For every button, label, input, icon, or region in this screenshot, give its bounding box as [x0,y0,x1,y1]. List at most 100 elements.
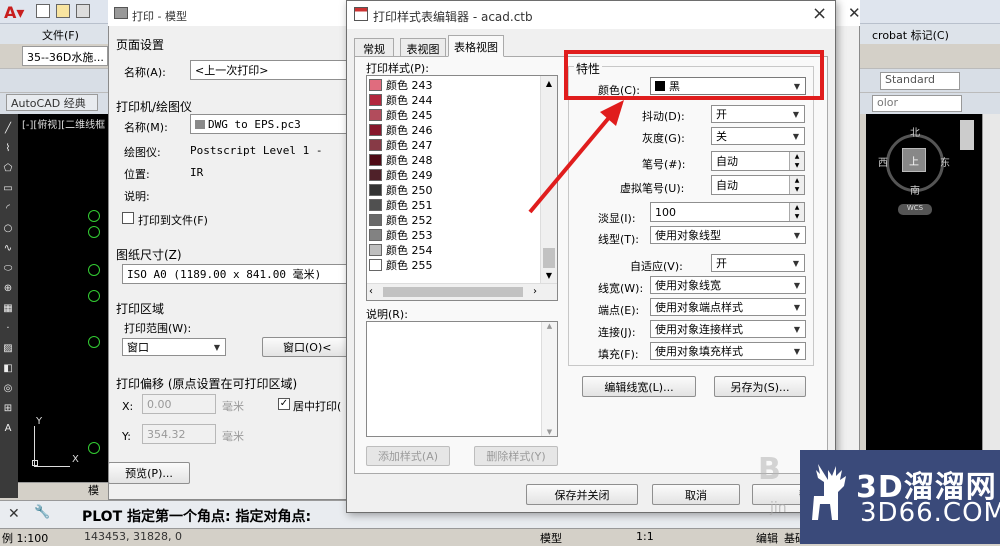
grayscale-combo[interactable]: 关 ▼ [711,127,805,145]
insert-icon[interactable]: ⊕ [0,280,16,296]
doc-tab[interactable]: 35--36D水施... [22,46,108,66]
cmd-close-icon[interactable]: ✕ [8,506,20,522]
style-list-item[interactable]: 颜色 244 [369,93,433,107]
scroll-thumb[interactable] [543,248,555,268]
preview-button[interactable]: 预览(P)... [108,462,190,484]
block-icon[interactable]: ▦ [0,300,16,316]
style-list-item[interactable]: 颜色 253 [369,228,433,242]
circle-icon[interactable]: ○ [0,220,16,236]
print-to-file-checkbox[interactable] [122,212,134,224]
watermark-jing: B [758,452,781,487]
status-annotation-scale[interactable]: 1:1 [636,530,654,543]
style-list-item[interactable]: 颜色 247 [369,138,433,152]
style-list-item[interactable]: 颜色 249 [369,168,433,182]
gradient-icon[interactable]: ◧ [0,360,16,376]
save-as-button[interactable]: 另存为(S)... [714,376,806,397]
window-pick-button[interactable]: 窗口(O)< [262,337,350,357]
tab-table-view[interactable]: 表视图 [400,38,446,56]
description-textarea[interactable]: ▲ ▼ [366,321,558,437]
workspace-combo[interactable]: AutoCAD 经典 [6,94,98,111]
fill-combo[interactable]: 使用对象填充样式 ▼ [650,342,806,360]
style-list-item[interactable]: 颜色 254 [369,243,433,257]
grayscale-label: 灰度(G): [642,132,685,145]
hatch-icon[interactable]: ▨ [0,340,16,356]
style-list-item[interactable]: 颜色 250 [369,183,433,197]
hscroll-thumb[interactable] [383,287,523,297]
close-icon[interactable]: × [812,3,827,24]
add-style-button[interactable]: 添加样式(A) [366,446,450,466]
autocad-logo-icon[interactable]: A▾ [4,3,28,22]
linetype-combo[interactable]: 使用对象线型 ▼ [650,226,806,244]
file-menu[interactable]: 文件(F) [42,27,79,43]
style-list-item[interactable]: 颜色 255 [369,258,433,272]
mtext-icon[interactable]: A [0,420,16,436]
chevron-down-icon: ▼ [792,109,800,119]
list-horizontal-scrollbar[interactable]: ‹ › [367,283,557,300]
region-icon[interactable]: ◎ [0,380,16,396]
point-icon[interactable]: · [0,320,16,336]
style-list-item[interactable]: 颜色 246 [369,123,433,137]
vertical-scrollbar[interactable] [960,120,974,150]
joinstyle-combo[interactable]: 使用对象连接样式 ▼ [650,320,806,338]
annotation-arrow [528,100,624,214]
lineweight-combo[interactable]: 使用对象线宽 ▼ [650,276,806,294]
center-plot-checkbox[interactable]: ✓ [278,398,290,410]
viewcube[interactable]: 上 北 南 东 西 WCS [878,124,950,216]
spin-down-icon[interactable]: ▼ [789,212,804,221]
plot-range-combo[interactable]: 窗口 ▼ [122,338,226,356]
scroll-right-icon[interactable]: › [533,284,537,300]
paper-size-combo[interactable]: ISO A0 (1189.00 x 841.00 毫米) [122,264,350,284]
table-icon[interactable]: ⊞ [0,400,16,416]
adaptive-combo[interactable]: 开 ▼ [711,254,805,272]
style-list-item[interactable]: 颜色 252 [369,213,433,227]
close-icon[interactable]: ✕ [848,4,861,22]
acrobat-menu[interactable]: crobat 标记(C) [872,27,949,43]
style-list-item[interactable]: 颜色 251 [369,198,433,212]
endstyle-combo[interactable]: 使用对象端点样式 ▼ [650,298,806,316]
tab-general[interactable]: 常规 [354,38,394,56]
spline-icon[interactable]: ∿ [0,240,16,256]
polygon-icon[interactable]: ⬠ [0,160,16,176]
page-setup-name-combo[interactable]: <上一次打印> [190,60,350,80]
printer-name-combo[interactable]: DWG to EPS.pc3 [190,114,350,134]
scroll-up-icon[interactable]: ▲ [542,322,557,330]
style-list-item[interactable]: 颜色 245 [369,108,433,122]
style-combo[interactable]: Standard [880,72,960,90]
x-offset-input[interactable]: 0.00 [142,394,216,414]
tab-form-view[interactable]: 表格视图 [448,35,504,57]
model-tab[interactable]: 模 [88,482,99,498]
spin-up-icon[interactable]: ▲ [789,152,804,161]
scroll-up-icon[interactable]: ▲ [541,76,557,92]
scroll-left-icon[interactable]: ‹ [369,284,373,300]
deer-logo-icon [806,462,852,524]
style-list-item[interactable]: 颜色 248 [369,153,433,167]
ellipse-icon[interactable]: ⬭ [0,260,16,276]
dither-combo[interactable]: 开 ▼ [711,105,805,123]
spin-up-icon[interactable]: ▲ [789,176,804,185]
polyline-icon[interactable]: ⌇ [0,140,16,156]
edit-lineweights-button[interactable]: 编辑线宽(L)... [582,376,696,397]
cancel-button[interactable]: 取消 [652,484,740,505]
wrench-icon[interactable]: 🔧 [34,505,50,520]
save-and-close-button[interactable]: 保存并关闭 [526,484,638,505]
layer-combo[interactable]: olor [872,95,962,112]
y-offset-input[interactable]: 354.32 [142,424,216,444]
spin-up-icon[interactable]: ▲ [789,203,804,212]
scroll-down-icon[interactable]: ▼ [541,268,557,284]
spin-down-icon[interactable]: ▼ [789,185,804,194]
line-icon[interactable]: ╱ [0,120,16,136]
fill-label: 填充(F): [598,348,639,361]
pen-spinner[interactable]: 自动 ▲ ▼ [711,151,805,171]
rectangle-icon[interactable]: ▭ [0,180,16,196]
virtual-pen-spinner[interactable]: 自动 ▲ ▼ [711,175,805,195]
spin-down-icon[interactable]: ▼ [789,161,804,170]
plot-range-label: 打印范围(W): [124,322,192,335]
linetype-label: 线型(T): [598,233,640,246]
screening-spinner[interactable]: 100 ▲ ▼ [650,202,805,222]
delete-style-button[interactable]: 删除样式(Y) [474,446,558,466]
scroll-down-icon[interactable]: ▼ [542,428,557,436]
arc-icon[interactable]: ◜ [0,200,16,216]
style-list-item[interactable]: 颜色 243 [369,78,433,92]
viewport-label[interactable]: [-][俯视][二维线框 [22,116,108,131]
color-swatch [369,139,382,151]
